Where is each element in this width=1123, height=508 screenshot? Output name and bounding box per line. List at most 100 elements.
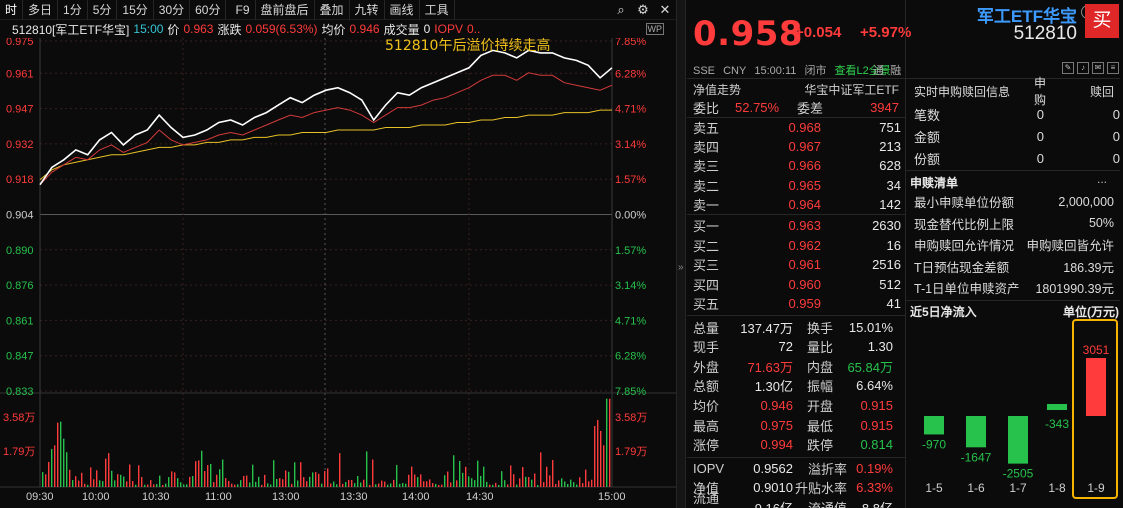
volume-bar [483, 466, 485, 487]
mail-icon[interactable]: ✉ [1092, 62, 1104, 74]
volume-bar [48, 461, 50, 487]
volume-bar [378, 483, 380, 487]
orderbook-tabs: 净值走势 华宝中证军工ETF [687, 80, 905, 98]
volume-bar [87, 484, 89, 487]
ask-label: 卖四 [693, 140, 720, 156]
last-price: 0.958 [693, 14, 804, 54]
tab-nav-trend[interactable]: 净值走势 [687, 81, 787, 98]
volume-bar [501, 471, 503, 487]
bid-row[interactable]: 买五 0.959 41 [687, 294, 905, 313]
volume-bar [213, 482, 215, 487]
x-tick: 10:00 [82, 491, 110, 503]
stat-label: 溢折率 [807, 461, 847, 477]
y-left-tick: 0.932 [6, 139, 34, 151]
y-left-tick: 0.861 [6, 315, 34, 327]
ask-row[interactable]: 卖四 0.967 213 [687, 137, 905, 156]
period-tab-7[interactable]: F9 [230, 0, 256, 20]
period-tab-6[interactable]: 60分 [190, 0, 227, 20]
bid-volume: 2516 [872, 257, 901, 273]
intraday-chart-svg[interactable]: 0.975 7.85% 0.961 6.28% 0.947 4.71% 0.932 3.14%… [0, 38, 676, 508]
period-tab-0[interactable]: 时 [0, 0, 24, 20]
period-tab-3[interactable]: 5分 [88, 0, 118, 20]
volume-bar [309, 476, 311, 487]
settings-icon[interactable]: ⚙ [632, 0, 654, 20]
volume-bar [567, 484, 569, 487]
y-left-tick: 0.947 [6, 104, 34, 116]
volume-bar [282, 479, 284, 487]
volume-tick: 3.58万 [615, 412, 647, 424]
volume-bar [399, 483, 401, 487]
price-change-pct: +5.97% [860, 24, 912, 41]
ask-row[interactable]: 卖五 0.968 751 [687, 118, 905, 137]
redemption-redeem: 0 [1112, 128, 1120, 144]
volume-bar [456, 480, 458, 487]
period-tab-11[interactable]: 画线 [385, 0, 420, 20]
volume-bar [312, 472, 314, 487]
volume-bar [588, 481, 590, 487]
chart-grid [0, 38, 676, 488]
more-icon[interactable]: ... [1097, 172, 1107, 186]
expand-arrow-icon[interactable]: » [678, 262, 684, 273]
redemption-label: 笔数 [914, 107, 941, 123]
volume-bar [147, 484, 149, 487]
volume-bar [555, 483, 557, 487]
volume-bar [168, 477, 170, 487]
bid-row[interactable]: 买一 0.963 2630 [687, 216, 905, 235]
period-tab-1[interactable]: 多日 [23, 0, 59, 20]
volume-bar [252, 464, 254, 487]
settings-icon[interactable]: ≡ [1107, 62, 1119, 74]
period-tab-12[interactable]: 工具 [420, 0, 455, 20]
divider [906, 78, 1120, 79]
y-right-tick: 6.28% [615, 68, 646, 80]
ask-label: 卖三 [693, 159, 720, 175]
ask-row[interactable]: 卖一 0.964 142 [687, 195, 905, 214]
y-left-tick: 0.876 [6, 280, 34, 292]
bid-label: 买一 [693, 219, 720, 234]
volume-bar [72, 480, 74, 487]
edit-icon[interactable]: ✎ [1062, 62, 1074, 74]
ask-row[interactable]: 卖二 0.965 34 [687, 176, 905, 195]
volume-bar [156, 484, 158, 487]
tab-fund-name[interactable]: 华宝中证军工ETF [804, 81, 905, 98]
volume-bar [603, 445, 605, 487]
period-tab-8[interactable]: 盘前盘后 [256, 0, 315, 20]
stat-value: 137.47万 [740, 320, 793, 336]
redemption-col-redeem: 赎回 [1089, 84, 1114, 99]
price-value: 0.963 [183, 22, 214, 36]
x-tick: 13:00 [272, 491, 300, 503]
ask-volume: 34 [886, 177, 901, 193]
volume-bar [513, 474, 515, 487]
panel-splitter[interactable]: » [676, 0, 686, 508]
list-value: 2,000,000 [1058, 194, 1114, 209]
y-right-tick: 4.71% [615, 104, 646, 116]
net-inflow-chart: -970 1-5 -1647 1-6 -25051-7 -343 1-8 3051 1-9 [922, 319, 1118, 499]
stat-value: 1.30 [867, 339, 893, 355]
volume-bar [444, 475, 446, 487]
bid-row[interactable]: 买三 0.961 2516 [687, 255, 905, 274]
list-item: T日预估现金差额 186.39元 [906, 256, 1120, 277]
ask-row[interactable]: 卖三 0.966 628 [687, 156, 905, 175]
volume-bar [189, 476, 191, 487]
bid-row[interactable]: 买四 0.960 512 [687, 275, 905, 294]
stat-value: 0.946 [760, 397, 793, 413]
volume-bar [270, 484, 272, 487]
period-tab-4[interactable]: 15分 [117, 0, 154, 20]
volume-bar [45, 474, 47, 487]
volume-bar [573, 482, 575, 487]
period-tab-10[interactable]: 九转 [350, 0, 385, 20]
period-tab-5[interactable]: 30分 [154, 0, 191, 20]
volume-bar [216, 474, 218, 487]
search-icon[interactable]: ⌕ [610, 0, 632, 20]
bell-icon[interactable]: ♪ [1077, 62, 1089, 74]
buy-button[interactable]: 买 [1085, 4, 1119, 38]
y-right-tick: 3.14% [615, 139, 646, 151]
bid-label: 买二 [693, 238, 720, 254]
wp-icon[interactable]: WP [645, 23, 664, 35]
bid-row[interactable]: 买二 0.962 16 [687, 236, 905, 255]
period-tab-2[interactable]: 1分 [58, 0, 88, 20]
close-icon[interactable]: ✕ [654, 0, 676, 20]
volume-bar [180, 482, 182, 487]
period-tab-9[interactable]: 叠加 [315, 0, 350, 20]
ask-volume: 213 [879, 139, 901, 155]
volume-bar [177, 478, 179, 487]
